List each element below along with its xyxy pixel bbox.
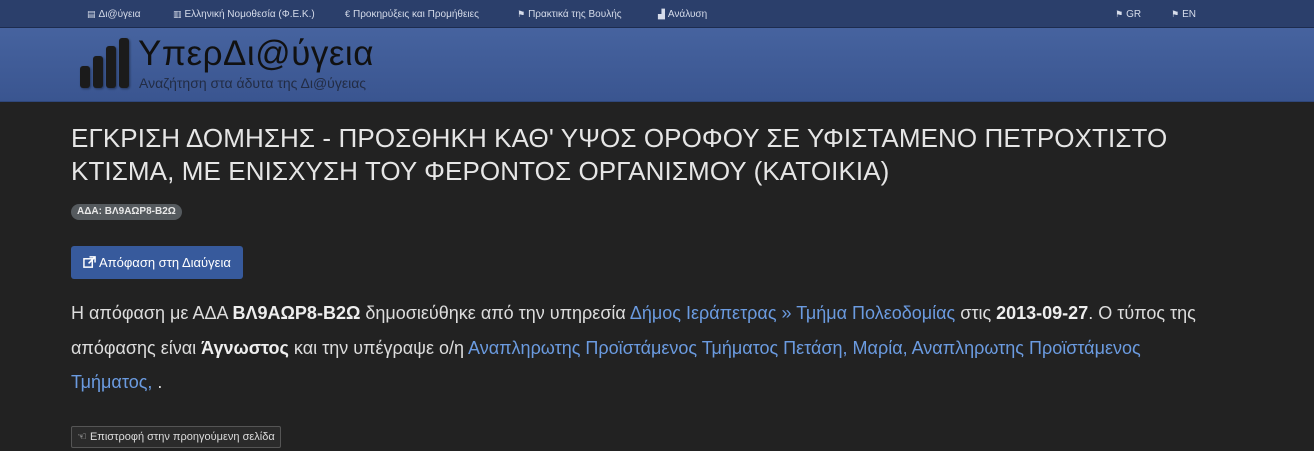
chart-icon: ▟ [658,9,665,19]
logo-icon[interactable] [80,38,130,88]
external-link-icon [83,256,96,268]
nav-analysis[interactable]: ▟ Ανάλυση [658,0,707,28]
back-hand-icon: ☜ [77,431,87,443]
decision-type: Άγνωστος [201,337,289,358]
nav-diavgeia[interactable]: ▤ Δι@ύγεια [87,0,141,28]
flag-icon: ⚑ [1115,9,1124,19]
lang-en[interactable]: ⚑ EN [1171,0,1196,28]
book-icon: ▥ [173,9,182,19]
nav-parliament[interactable]: ⚑ Πρακτικά της Βουλής [517,0,622,28]
publish-date: 2013-09-27 [996,303,1089,323]
flag-icon: ⚑ [517,9,526,19]
top-navbar: ▤ Δι@ύγεια ▥ Ελληνική Νομοθεσία (Φ.Ε.Κ.) €… [0,0,1314,28]
lang-gr[interactable]: ⚑ GR [1115,0,1141,28]
header-banner: ΥπερΔι@ύγεια Αναζήτηση στα άδυτα της Δι@… [0,28,1314,102]
breadcrumb-separator: » [776,303,797,323]
nav-fek[interactable]: ▥ Ελληνική Νομοθεσία (Φ.Ε.Κ.) [173,0,315,28]
brand-title[interactable]: ΥπερΔι@ύγεια [138,34,374,74]
decision-title: ΕΓΚΡΙΣΗ ΔΟΜΗΣΗΣ - ΠΡΟΣΘΗΚΗ ΚΑΘ' ΥΨΟΣ ΟΡΟ… [71,123,1168,186]
ada-code: ΒΛ9ΑΩΡ8-Β2Ω [232,303,361,323]
archive-icon: ▤ [87,9,96,19]
flag-icon: ⚑ [1171,9,1180,19]
open-decision-button[interactable]: Απόφαση στη Διαύγεια [71,246,243,279]
euro-icon: € [345,9,351,19]
organization-link[interactable]: Δήμος Ιεράπετρας [630,303,777,323]
decision-description: Η απόφαση με ΑΔΑ ΒΛ9ΑΩΡ8-Β2Ω δημοσιεύθηκ… [71,303,1196,392]
brand-subtitle: Αναζήτηση στα άδυτα της Δι@ύγειας [139,75,367,91]
back-button[interactable]: ☜ Επιστροφή στην προηγούμενη σελίδα [71,426,281,448]
unit-link[interactable]: Τμήμα Πολεοδομίας [796,303,955,323]
nav-procurements[interactable]: € Προκηρύξεις και Προμήθειες [345,0,479,28]
ada-badge: ΑΔΑ: ΒΛ9ΑΩΡ8-Β2Ω [71,204,182,220]
